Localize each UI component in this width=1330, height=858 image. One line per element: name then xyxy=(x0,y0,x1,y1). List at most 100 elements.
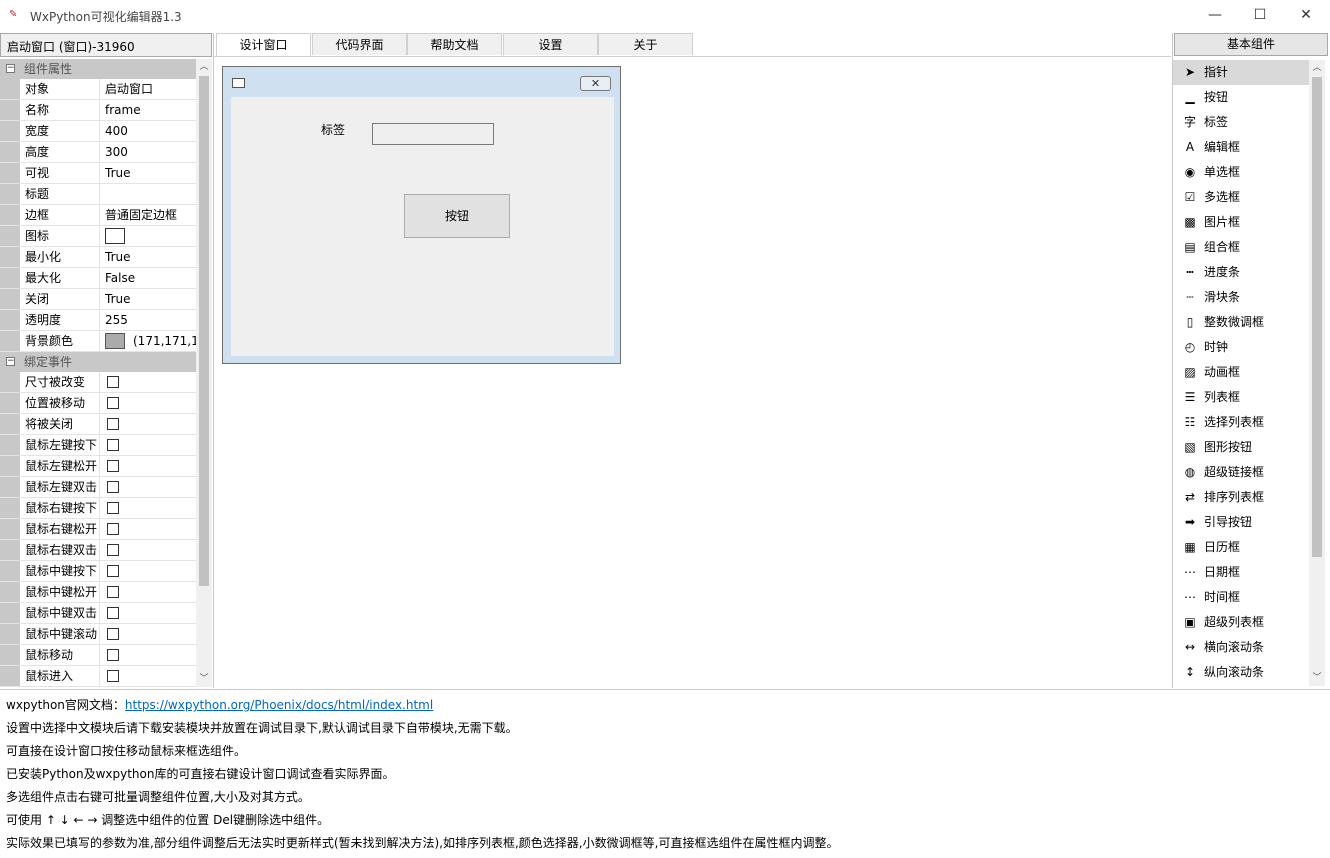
category-events[interactable]: − 绑定事件 xyxy=(0,352,196,372)
icon-swatch[interactable] xyxy=(105,227,125,244)
event-value[interactable] xyxy=(101,435,196,455)
property-row[interactable]: 鼠标中键按下 xyxy=(0,561,196,582)
component-item[interactable]: ┅ 进度条 xyxy=(1173,260,1309,285)
property-row[interactable]: 尺寸被改变 xyxy=(0,372,196,393)
property-scrollbar[interactable]: ︿ ﹀ xyxy=(196,59,212,687)
property-value[interactable]: frame xyxy=(101,100,196,120)
property-row[interactable]: 鼠标左键按下 xyxy=(0,435,196,456)
property-row[interactable]: 最小化 True xyxy=(0,247,196,268)
property-row[interactable]: 鼠标移动 xyxy=(0,645,196,666)
component-item[interactable]: ▦ 日历框 xyxy=(1173,535,1309,560)
event-value[interactable] xyxy=(101,624,196,644)
property-row[interactable]: 鼠标中键滚动 xyxy=(0,624,196,645)
scroll-up-icon[interactable]: ︿ xyxy=(196,59,212,75)
property-value[interactable]: True xyxy=(101,289,196,309)
event-value[interactable] xyxy=(101,477,196,497)
property-row[interactable]: 鼠标右键双击 xyxy=(0,540,196,561)
event-value[interactable] xyxy=(101,540,196,560)
property-row[interactable]: 将被关闭 xyxy=(0,414,196,435)
component-item[interactable]: ➡ 引导按钮 xyxy=(1173,510,1309,535)
scroll-up-icon[interactable]: ︿ xyxy=(1309,60,1325,76)
component-item[interactable]: ◍ 超级链接框 xyxy=(1173,460,1309,485)
property-value[interactable]: True xyxy=(101,163,196,183)
component-item[interactable]: ⋯ 时间框 xyxy=(1173,585,1309,610)
tab-design[interactable]: 设计窗口 xyxy=(216,33,311,57)
event-value[interactable] xyxy=(101,498,196,518)
event-checkbox[interactable] xyxy=(107,481,119,493)
component-item[interactable]: ▨ 动画框 xyxy=(1173,360,1309,385)
event-value[interactable] xyxy=(101,414,196,434)
property-value[interactable] xyxy=(101,226,196,246)
collapse-icon[interactable]: − xyxy=(6,357,15,366)
property-row[interactable]: 可视 True xyxy=(0,163,196,184)
property-row[interactable]: 名称 frame xyxy=(0,100,196,121)
property-row[interactable]: 鼠标左键双击 xyxy=(0,477,196,498)
property-row[interactable]: 最大化 False xyxy=(0,268,196,289)
scroll-down-icon[interactable]: ﹀ xyxy=(196,671,212,687)
event-checkbox[interactable] xyxy=(107,586,119,598)
component-item[interactable]: ☰ 列表框 xyxy=(1173,385,1309,410)
property-row[interactable]: 鼠标进入 xyxy=(0,666,196,687)
property-value[interactable]: 400 xyxy=(101,121,196,141)
scroll-thumb[interactable] xyxy=(199,76,209,586)
component-item[interactable]: ↕ 纵向滚动条 xyxy=(1173,660,1309,685)
color-swatch[interactable] xyxy=(105,332,125,349)
property-row[interactable]: 鼠标右键松开 xyxy=(0,519,196,540)
component-item[interactable]: ▁ 按钮 xyxy=(1173,85,1309,110)
component-item[interactable]: ☷ 选择列表框 xyxy=(1173,410,1309,435)
property-value[interactable] xyxy=(101,184,196,204)
property-value[interactable]: 普通固定边框 xyxy=(101,205,196,225)
event-value[interactable] xyxy=(101,519,196,539)
tab-code[interactable]: 代码界面 xyxy=(312,33,407,55)
event-checkbox[interactable] xyxy=(107,607,119,619)
event-value[interactable] xyxy=(101,456,196,476)
component-panel-header[interactable]: 基本组件 xyxy=(1174,33,1328,56)
component-item[interactable]: 字标签 xyxy=(1173,110,1309,135)
property-row[interactable]: 鼠标中键松开 xyxy=(0,582,196,603)
component-item[interactable]: ┄ 滑块条 xyxy=(1173,285,1309,310)
event-checkbox[interactable] xyxy=(107,628,119,640)
property-row[interactable]: 边框 普通固定边框 xyxy=(0,205,196,226)
component-item[interactable]: ↔ 横向滚动条 xyxy=(1173,635,1309,660)
property-row[interactable]: 图标 xyxy=(0,226,196,247)
design-label[interactable]: 标签 xyxy=(321,121,345,138)
property-row[interactable]: 宽度 400 xyxy=(0,121,196,142)
property-row[interactable]: 高度 300 xyxy=(0,142,196,163)
property-value[interactable]: 300 xyxy=(101,142,196,162)
property-row[interactable]: 背景颜色 (171,171,1 xyxy=(0,331,196,352)
event-checkbox[interactable] xyxy=(107,439,119,451)
event-checkbox[interactable] xyxy=(107,502,119,514)
component-item[interactable]: ▣ 超级列表框 xyxy=(1173,610,1309,635)
event-checkbox[interactable] xyxy=(107,418,119,430)
component-item[interactable]: ⇄ 排序列表框 xyxy=(1173,485,1309,510)
property-value[interactable]: True xyxy=(101,247,196,267)
close-button[interactable]: ✕ xyxy=(1283,0,1329,30)
event-checkbox[interactable] xyxy=(107,460,119,472)
component-item[interactable]: ☑ 多选框 xyxy=(1173,185,1309,210)
event-checkbox[interactable] xyxy=(107,523,119,535)
component-item[interactable]: ⋯ 日期框 xyxy=(1173,560,1309,585)
doc-link[interactable]: https://wxpython.org/Phoenix/docs/html/i… xyxy=(125,698,433,712)
tab-settings[interactable]: 设置 xyxy=(503,33,598,55)
minimize-button[interactable]: — xyxy=(1192,0,1238,30)
event-checkbox[interactable] xyxy=(107,670,119,682)
design-button[interactable]: 按钮 xyxy=(404,194,510,238)
scroll-thumb[interactable] xyxy=(1312,77,1322,557)
component-item[interactable]: ◉ 单选框 xyxy=(1173,160,1309,185)
property-row[interactable]: 鼠标左键松开 xyxy=(0,456,196,477)
property-value[interactable]: (171,171,1 xyxy=(101,331,196,351)
property-value[interactable]: 启动窗口 xyxy=(101,79,196,99)
property-value[interactable]: 255 xyxy=(101,310,196,330)
tab-help[interactable]: 帮助文档 xyxy=(407,33,502,55)
maximize-button[interactable]: ☐ xyxy=(1237,0,1283,30)
property-row[interactable]: 透明度 255 xyxy=(0,310,196,331)
component-item[interactable]: A 编辑框 xyxy=(1173,135,1309,160)
category-props[interactable]: − 组件属性 xyxy=(0,59,196,79)
component-item[interactable]: ▤ 组合框 xyxy=(1173,235,1309,260)
property-value[interactable]: False xyxy=(101,268,196,288)
event-value[interactable] xyxy=(101,666,196,686)
event-value[interactable] xyxy=(101,603,196,623)
property-row[interactable]: 鼠标中键双击 xyxy=(0,603,196,624)
scroll-down-icon[interactable]: ﹀ xyxy=(1309,670,1325,686)
event-checkbox[interactable] xyxy=(107,544,119,556)
